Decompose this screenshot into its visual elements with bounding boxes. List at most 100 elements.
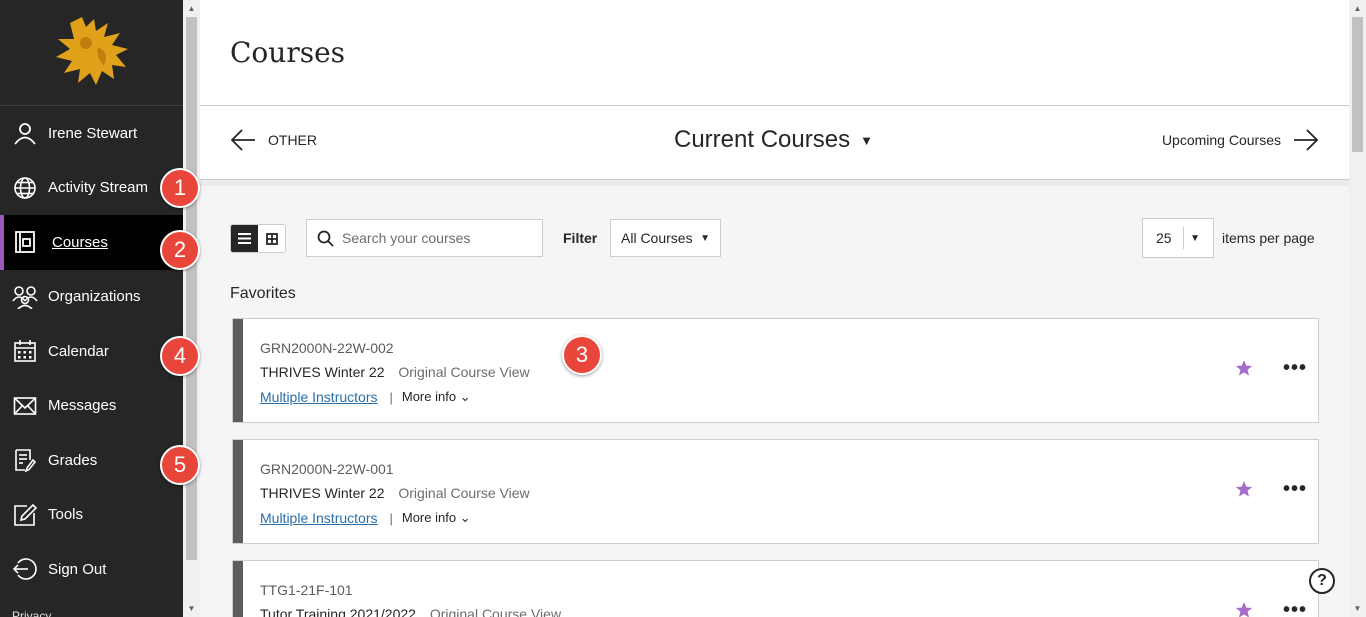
caret-down-icon: ▼ bbox=[860, 132, 873, 148]
annotation-badge: 4 bbox=[160, 336, 200, 376]
grid-icon bbox=[265, 232, 278, 245]
list-icon bbox=[238, 233, 251, 244]
grades-icon bbox=[12, 447, 38, 473]
term-navigation: OTHER Current Courses ▼ Upcoming Courses bbox=[200, 106, 1349, 180]
griffin-logo[interactable] bbox=[42, 13, 142, 93]
sidebar-item-label: Activity Stream bbox=[48, 179, 149, 197]
privacy-link[interactable]: Privacy bbox=[12, 609, 51, 617]
sidebar-item-tools[interactable]: Tools bbox=[0, 488, 183, 543]
caret-down-icon: ▼ bbox=[700, 232, 710, 244]
more-info-toggle[interactable]: More info ⌄ bbox=[402, 389, 471, 405]
separator: | bbox=[389, 510, 393, 526]
favorite-star-icon[interactable] bbox=[1235, 601, 1253, 617]
sidebar-item-calendar[interactable]: Calendar bbox=[0, 324, 183, 379]
instructors-link[interactable]: Multiple Instructors bbox=[260, 389, 377, 405]
annotation-badge: 3 bbox=[562, 335, 602, 375]
sidebar-item-grades[interactable]: Grades bbox=[0, 433, 183, 488]
more-options-icon[interactable]: ••• bbox=[1283, 599, 1307, 617]
organizations-icon bbox=[12, 284, 38, 310]
chevron-down-icon: ⌄ bbox=[459, 389, 471, 404]
user-icon bbox=[12, 120, 38, 146]
instructors-link[interactable]: Multiple Instructors bbox=[260, 510, 377, 526]
sidebar-item-courses[interactable]: Courses bbox=[0, 215, 183, 270]
chevron-down-icon: ⌄ bbox=[459, 510, 471, 525]
course-view-type: Original Course View bbox=[429, 606, 562, 617]
course-title-row: Tutor Training 2021/2022 Original Course… bbox=[260, 606, 561, 617]
course-card[interactable]: TTG1-21F-101 Tutor Training 2021/2022 Or… bbox=[232, 560, 1319, 617]
globe-icon bbox=[12, 175, 38, 201]
sidebar-item-label: Organizations bbox=[48, 288, 141, 306]
course-id: GRN2000N-22W-002 bbox=[260, 340, 394, 356]
dropdown-divider bbox=[1183, 227, 1184, 249]
sidebar-item-activity-stream[interactable]: Activity Stream bbox=[0, 161, 183, 216]
course-color-bar bbox=[233, 319, 243, 422]
filter-label: Filter bbox=[563, 230, 598, 246]
course-view-type: Original Course View bbox=[398, 485, 530, 501]
filter-dropdown[interactable]: All Courses ▼ bbox=[610, 219, 721, 257]
page-scrollbar[interactable]: ▲ ▼ bbox=[1349, 0, 1366, 617]
sidebar-item-sign-out[interactable]: Sign Out bbox=[0, 542, 183, 597]
grid-view-button[interactable] bbox=[258, 225, 285, 252]
course-color-bar bbox=[233, 561, 243, 617]
scroll-down-arrow-icon[interactable]: ▼ bbox=[1349, 600, 1366, 617]
edit-icon bbox=[12, 502, 38, 528]
favorite-star-icon[interactable] bbox=[1235, 480, 1253, 503]
page-header: Courses bbox=[200, 0, 1349, 106]
scroll-down-arrow-icon[interactable]: ▼ bbox=[183, 600, 200, 617]
search-input[interactable] bbox=[342, 230, 532, 246]
scroll-up-arrow-icon[interactable]: ▲ bbox=[1349, 0, 1366, 17]
items-per-page-value: 25 bbox=[1156, 230, 1172, 246]
course-title-row: THRIVES Winter 22 Original Course View bbox=[260, 364, 530, 380]
more-info-label: More info bbox=[401, 510, 457, 525]
previous-term-button[interactable]: OTHER bbox=[230, 128, 317, 152]
more-info-toggle[interactable]: More info ⌄ bbox=[402, 510, 471, 526]
current-term-dropdown[interactable]: Current Courses ▼ bbox=[674, 126, 873, 154]
more-info-label: More info bbox=[401, 389, 457, 404]
course-search bbox=[306, 219, 543, 257]
course-title-link[interactable]: Tutor Training 2021/2022 bbox=[260, 606, 416, 617]
help-icon[interactable]: ? bbox=[1309, 568, 1335, 594]
favorite-star-icon[interactable] bbox=[1235, 359, 1253, 382]
sidebar-item-messages[interactable]: Messages bbox=[0, 379, 183, 434]
course-card[interactable]: GRN2000N-22W-001 THRIVES Winter 22 Origi… bbox=[232, 439, 1319, 544]
course-id: GRN2000N-22W-001 bbox=[260, 461, 394, 477]
envelope-icon bbox=[12, 393, 38, 419]
search-icon bbox=[317, 230, 334, 247]
current-term-label: Current Courses bbox=[674, 126, 851, 153]
sidebar-item-label: Calendar bbox=[48, 342, 109, 360]
course-title-link[interactable]: THRIVES Winter 22 bbox=[260, 485, 384, 501]
sidebar-item-label: Courses bbox=[52, 233, 108, 251]
annotation-badge: 1 bbox=[160, 168, 200, 208]
favorites-heading: Favorites bbox=[230, 285, 296, 302]
more-options-icon[interactable]: ••• bbox=[1283, 478, 1307, 501]
sign-out-icon bbox=[12, 556, 38, 582]
course-title-row: THRIVES Winter 22 Original Course View bbox=[260, 485, 530, 501]
list-view-button[interactable] bbox=[231, 225, 258, 252]
sidebar-scrollbar[interactable]: ▲ ▼ bbox=[183, 0, 200, 617]
sidebar-item-label: Grades bbox=[48, 451, 98, 469]
scroll-up-arrow-icon[interactable]: ▲ bbox=[183, 0, 200, 17]
course-view-type: Original Course View bbox=[398, 364, 530, 380]
course-card[interactable]: GRN2000N-22W-002 THRIVES Winter 22 Origi… bbox=[232, 318, 1319, 423]
sidebar: Irene Stewart Activity Stream Courses Or… bbox=[0, 0, 183, 617]
course-color-bar bbox=[233, 440, 243, 543]
separator: | bbox=[389, 389, 393, 405]
sidebar-item-label: Tools bbox=[48, 506, 84, 524]
caret-down-icon: ▼ bbox=[1190, 232, 1200, 244]
page-title: Courses bbox=[230, 36, 346, 69]
page-scroll-thumb[interactable] bbox=[1352, 17, 1363, 152]
course-id: TTG1-21F-101 bbox=[260, 582, 353, 598]
view-toggle bbox=[230, 224, 286, 253]
annotation-badge: 5 bbox=[160, 445, 200, 485]
sidebar-item-label: Sign Out bbox=[48, 560, 107, 578]
sidebar-item-organizations[interactable]: Organizations bbox=[0, 270, 183, 325]
course-title-link[interactable]: THRIVES Winter 22 bbox=[260, 364, 384, 380]
next-term-button[interactable]: Upcoming Courses bbox=[1162, 128, 1319, 152]
sidebar-item-label: Messages bbox=[48, 397, 117, 415]
items-per-page-dropdown[interactable]: 25 ▼ bbox=[1142, 218, 1214, 258]
sidebar-item-profile[interactable]: Irene Stewart bbox=[0, 106, 183, 161]
calendar-icon bbox=[12, 338, 38, 364]
annotation-badge: 2 bbox=[160, 230, 200, 270]
course-meta: Multiple Instructors | More info ⌄ bbox=[260, 389, 471, 405]
more-options-icon[interactable]: ••• bbox=[1283, 357, 1307, 380]
